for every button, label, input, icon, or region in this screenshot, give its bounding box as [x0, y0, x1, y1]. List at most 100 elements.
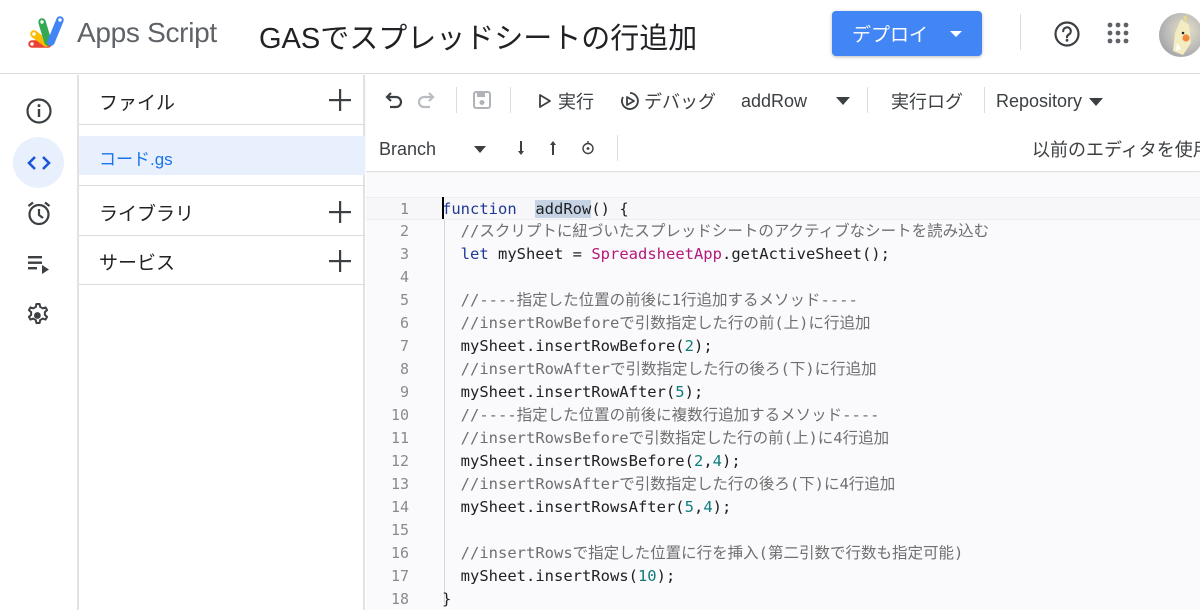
apps-script-logo[interactable] — [26, 14, 70, 50]
rail-item-editor[interactable] — [13, 137, 64, 188]
token: ); — [712, 498, 732, 516]
apps-grid-icon[interactable] — [1106, 21, 1130, 45]
debug-button[interactable]: デバッグ — [620, 88, 716, 114]
code-text: function addRow() { — [442, 198, 629, 221]
code-line[interactable]: 16 //insertRowsで指定した位置に行を挿入(第二引数で行数も指定可能… — [366, 542, 1200, 565]
rail-item-overview[interactable] — [13, 88, 64, 134]
code-line[interactable]: 4 — [366, 266, 1200, 289]
token: } — [442, 590, 452, 608]
play-icon — [539, 94, 551, 108]
file-item-code-gs[interactable]: コード.gs — [79, 136, 365, 175]
token-cmt: //insertRowAfterで引数指定した行の後ろ(下)に行追加 — [460, 360, 877, 378]
token-num: 5 — [684, 498, 694, 516]
code-text: //----指定した位置の前後に複数行追加するメソッド---- — [442, 404, 880, 427]
code-line[interactable]: 11 //insertRowsBeforeで引数指定した行の前(上)に4行追加 — [366, 427, 1200, 450]
code-line[interactable]: 7 mySheet.insertRowBefore(2); — [366, 335, 1200, 358]
code-line[interactable]: 1 function addRow() { — [366, 197, 1200, 220]
code-line[interactable]: 13 //insertRowsAfterで引数指定した行の後ろ(下)に4行追加 — [366, 473, 1200, 496]
avatar[interactable] — [1159, 13, 1200, 57]
token: , — [703, 452, 713, 470]
file-name: コード.gs — [99, 150, 173, 169]
code-line[interactable]: 6 //insertRowBeforeで引数指定した行の前(上)に行追加 — [366, 312, 1200, 335]
chevron-down-icon — [950, 30, 963, 37]
token-cmt: //insertRowsで指定した位置に行を挿入(第二引数で行数も指定可能) — [460, 544, 964, 562]
undo-icon — [385, 92, 403, 109]
code-line[interactable]: 12 mySheet.insertRowsBefore(2,4); — [366, 450, 1200, 473]
arrow-up-icon — [550, 141, 556, 155]
token: () { — [591, 200, 629, 218]
execution-log-button[interactable]: 実行ログ — [891, 88, 963, 114]
use-legacy-editor-button[interactable]: 以前のエディタを使用 — [1032, 136, 1200, 162]
token: mySheet.insertRowBefore( — [442, 337, 685, 355]
token-num: 4 — [703, 498, 713, 516]
token: mySheet.insertRows( — [442, 567, 638, 585]
line-number: 16 — [390, 544, 409, 562]
rail-item-settings[interactable] — [13, 292, 64, 338]
files-section-title: ファイル — [99, 93, 176, 114]
legacy-editor-label: 以前のエディタを使用 — [1032, 140, 1200, 160]
project-title[interactable]: GASでスプレッドシートの行追加 — [259, 15, 697, 57]
line-number: 1 — [399, 200, 409, 218]
code-line[interactable]: 2 //スクリプトに紐づいたスプレッドシートのアクティブなシートを読み込む — [366, 220, 1200, 243]
files-section: ファイル — [79, 75, 365, 125]
help-icon[interactable] — [1053, 20, 1081, 48]
repo-settings-button[interactable] — [580, 140, 596, 156]
line-number: 6 — [399, 314, 409, 332]
code-line[interactable]: 14 mySheet.insertRowsAfter(5,4); — [366, 496, 1200, 519]
code-line[interactable]: 5 //----指定した位置の前後に1行追加するメソッド---- — [366, 289, 1200, 312]
debug-label: デバッグ — [644, 92, 716, 112]
token-cmt: //スクリプトに紐づいたスプレッドシートのアクティブなシートを読み込む — [460, 222, 990, 240]
function-select-value: addRow — [741, 91, 808, 111]
code-line[interactable]: 15 — [366, 519, 1200, 542]
token: ); — [722, 452, 741, 470]
token: mySheet.insertRowAfter( — [442, 383, 676, 401]
token-num: 10 — [637, 567, 657, 585]
code-line[interactable]: 3 let mySheet = SpreadsheetApp.getActive… — [366, 243, 1200, 266]
rail-item-executions[interactable] — [13, 241, 64, 287]
code-text: mySheet.insertRowsBefore(2,4); — [442, 450, 741, 473]
line-number: 18 — [390, 590, 409, 608]
app-header: Apps Script GASでスプレッドシートの行追加 デプロイ — [0, 0, 1200, 74]
line-number: 7 — [399, 337, 409, 355]
files-panel: ファイル コード.gs ライブラリ サービス — [77, 75, 365, 610]
push-button[interactable] — [547, 139, 559, 157]
deploy-button[interactable]: デプロイ — [832, 11, 982, 56]
code-text: //insertRowAfterで引数指定した行の後ろ(下)に行追加 — [442, 358, 877, 381]
token: , — [693, 498, 704, 516]
redo-button[interactable] — [416, 89, 438, 111]
undo-button[interactable] — [382, 89, 404, 111]
add-library-icon[interactable] — [328, 200, 352, 224]
toolbar-divider — [867, 87, 868, 113]
line-number: 11 — [390, 429, 409, 447]
token: mySheet.insertRowsBefore( — [442, 452, 694, 470]
token-kw: function — [442, 200, 517, 218]
services-section-title: サービス — [99, 253, 176, 274]
function-select[interactable]: addRow — [741, 91, 853, 112]
code-text: let mySheet = SpreadsheetApp.getActiveSh… — [442, 243, 890, 266]
code-editor[interactable]: 1 function addRow() {2 //スクリプトに紐づいたスプレッドシ… — [366, 173, 1200, 610]
avatar-image — [1173, 15, 1191, 55]
save-button[interactable] — [471, 89, 493, 111]
branch-select[interactable]: Branch — [379, 139, 491, 160]
pull-button[interactable] — [515, 139, 527, 157]
toolbar-divider — [456, 87, 457, 113]
line-number: 17 — [390, 567, 409, 585]
rail-item-triggers[interactable] — [13, 190, 64, 236]
code-line[interactable]: 9 mySheet.insertRowAfter(5); — [366, 381, 1200, 404]
code-line[interactable]: 17 mySheet.insertRows(10); — [366, 565, 1200, 588]
run-button[interactable]: 実行 — [538, 88, 594, 114]
code-line[interactable]: 8 //insertRowAfterで引数指定した行の後ろ(下)に行追加 — [366, 358, 1200, 381]
code-line[interactable]: 10 //----指定した位置の前後に複数行追加するメソッド---- — [366, 404, 1200, 427]
repository-menu[interactable]: Repository — [996, 91, 1104, 112]
line-number: 8 — [399, 360, 409, 378]
add-file-icon[interactable] — [328, 88, 352, 112]
add-service-icon[interactable] — [328, 249, 352, 273]
code-line[interactable]: 18} — [366, 588, 1200, 610]
text-cursor — [442, 197, 444, 219]
token: ); — [693, 337, 713, 355]
code-text: //insertRowsAfterで引数指定した行の後ろ(下)に4行追加 — [442, 473, 896, 496]
token-cmt: //----指定した位置の前後に1行追加するメソッド---- — [460, 291, 858, 309]
editor-toolbar: 実行 デバッグ addRow 実行ログ Repository Branch 以前… — [366, 75, 1200, 172]
